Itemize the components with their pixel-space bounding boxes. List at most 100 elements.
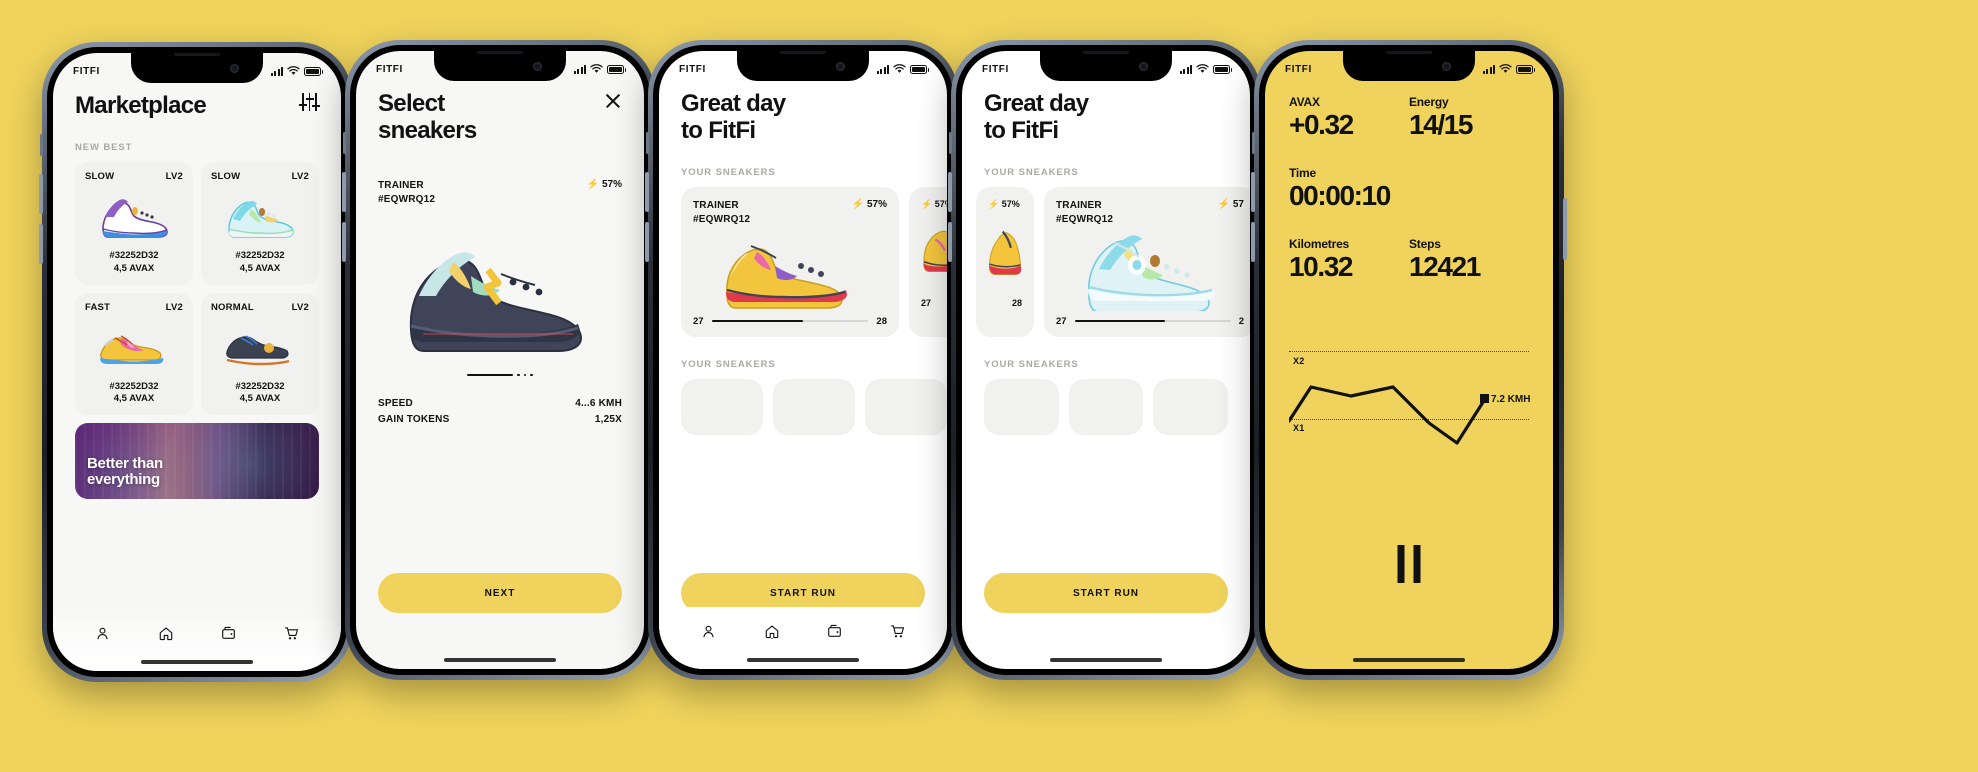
- metric-steps: Steps 12421: [1409, 237, 1529, 282]
- card-level-label: LV2: [291, 170, 309, 182]
- page-title-line-1: Great day: [984, 90, 1089, 117]
- speaker-icon: [1083, 51, 1129, 54]
- tab-wallet[interactable]: [221, 626, 236, 640]
- pause-icon[interactable]: [1397, 545, 1421, 583]
- sneaker-carousel[interactable]: ⚡ 57% 28 TRAINER #EQWRQ12 ⚡ 57 27 2: [962, 186, 1250, 337]
- phone-select-sneakers: FITFI Select sneakers TRAINER #EQWRQ12 ⚡…: [342, 40, 658, 680]
- card-header: TRAINER #EQWRQ12 ⚡ 57: [1056, 199, 1244, 228]
- phone-bezel: FITFI Select sneakers TRAINER #EQWRQ12 ⚡…: [350, 45, 650, 675]
- placeholder-card[interactable]: [984, 378, 1059, 435]
- placeholder-card[interactable]: [1068, 378, 1144, 435]
- card-speed-label: FAST: [85, 301, 111, 313]
- notch: [131, 53, 263, 83]
- start-run-button[interactable]: START RUN: [984, 573, 1228, 613]
- battery-icon: [1213, 64, 1232, 74]
- card-header: FAST LV2: [85, 302, 183, 313]
- phone-marketplace: FITFI Marketplace NEW BEST SLOW LV2 #322…: [39, 42, 355, 682]
- card-header: SLOW LV2: [85, 171, 183, 182]
- person-icon: [703, 625, 714, 637]
- silent-switch[interactable]: [1252, 132, 1255, 154]
- close-icon[interactable]: [604, 91, 622, 109]
- sneaker-carousel[interactable]: TRAINER #EQWRQ12 ⚡ 57% 27 28 ⚡ 57 27: [681, 186, 947, 337]
- slider-fill: [1074, 320, 1166, 323]
- volume-up-button[interactable]: [948, 172, 952, 212]
- marketplace-card[interactable]: SLOW LV2 #32252D32 4,5 AVAX: [201, 161, 319, 285]
- size-slider[interactable]: 27 2: [1056, 316, 1244, 327]
- volume-up-button[interactable]: [39, 174, 43, 214]
- slider-track[interactable]: [711, 320, 869, 323]
- sneaker-card-peek[interactable]: ⚡ 57% 27: [909, 186, 947, 337]
- tab-home[interactable]: [158, 626, 174, 641]
- size-slider[interactable]: 27 28: [693, 316, 887, 327]
- card-id: #32252D32: [235, 380, 285, 392]
- trainer-info: TRAINER #EQWRQ12: [1056, 199, 1113, 228]
- size-slider[interactable]: 28: [988, 298, 1022, 308]
- metric-value: 10.32: [1289, 251, 1353, 283]
- silent-switch[interactable]: [949, 132, 952, 154]
- next-button[interactable]: NEXT: [378, 573, 622, 613]
- volume-up-button[interactable]: [645, 172, 649, 212]
- placeholder-card[interactable]: [1153, 378, 1229, 435]
- phone-bezel: FITFI Marketplace NEW BEST SLOW LV2 #322…: [47, 47, 347, 677]
- placeholder-card[interactable]: [773, 378, 855, 435]
- volume-down-button[interactable]: [948, 222, 952, 262]
- home-icon: [159, 627, 172, 640]
- volume-down-button[interactable]: [342, 222, 346, 262]
- tab-home[interactable]: [764, 624, 780, 639]
- trainer-info-row: TRAINER #EQWRQ12 ⚡ 57%: [378, 179, 622, 208]
- cart-icon: [891, 624, 905, 637]
- sneaker-card[interactable]: TRAINER #EQWRQ12 ⚡ 57% 27 28: [681, 186, 899, 337]
- phone-bezel: FITFI Great day to FitFi YOUR SNEAKERS: [653, 45, 953, 675]
- page-title-line-2: sneakers: [378, 116, 477, 144]
- stat-label: GAIN TOKENS: [378, 414, 450, 426]
- volume-down-button[interactable]: [1251, 222, 1255, 262]
- sliders-icon[interactable]: [299, 93, 320, 111]
- placeholder-row: [681, 378, 947, 435]
- silent-switch[interactable]: [40, 134, 43, 156]
- camera-icon: [230, 64, 239, 73]
- volume-up-button[interactable]: [1251, 172, 1255, 212]
- volume-up-button[interactable]: [342, 172, 346, 212]
- tab-cart[interactable]: [284, 626, 299, 641]
- silent-switch[interactable]: [343, 132, 346, 154]
- signal-icon: [1482, 64, 1495, 74]
- card-id: #32252D32: [235, 249, 285, 261]
- speed-chart: X2 X1 7.2 KMH: [1265, 351, 1553, 471]
- stats-list: SPEED 4...6 KMH GAIN TOKENS 1,25X: [378, 398, 622, 425]
- sneaker-card[interactable]: TRAINER #EQWRQ12 ⚡ 57 27 2: [1044, 186, 1250, 337]
- tab-cart[interactable]: [890, 624, 905, 639]
- card-header: ⚡ 57%: [921, 199, 947, 210]
- metric-value: 12421: [1409, 251, 1481, 283]
- volume-down-button[interactable]: [645, 222, 649, 262]
- placeholder-card[interactable]: [681, 378, 763, 435]
- card-footer: #32252D32 4,5 AVAX: [85, 250, 183, 276]
- tab-wallet[interactable]: [827, 624, 842, 638]
- size-slider[interactable]: 27: [921, 298, 947, 308]
- marketplace-card[interactable]: FAST LV2 #32252D32 4,5 AVAX: [75, 292, 193, 416]
- silent-switch[interactable]: [646, 132, 649, 154]
- power-button[interactable]: [1563, 198, 1567, 260]
- shoe-image: [85, 188, 183, 246]
- shoe-image: [211, 319, 309, 377]
- signal-icon: [1179, 64, 1192, 74]
- speaker-icon: [1386, 51, 1432, 54]
- placeholder-card[interactable]: [865, 378, 947, 435]
- volume-down-button[interactable]: [39, 224, 43, 264]
- tab-profile[interactable]: [701, 624, 716, 639]
- trainer-info: TRAINER #EQWRQ12: [693, 199, 750, 228]
- page-title: Great day to FitFi: [681, 90, 947, 145]
- marketplace-card[interactable]: NORMAL LV2 #32252D32 4,5 AVAX: [201, 292, 319, 416]
- marketplace-page: Marketplace NEW BEST SLOW LV2 #32252D32 …: [53, 53, 341, 671]
- stat-row: GAIN TOKENS 1,25X: [378, 414, 622, 425]
- home-indicator: [444, 658, 556, 662]
- carousel-indicator[interactable]: [378, 373, 622, 377]
- metric-label: Kilometres: [1289, 237, 1350, 252]
- sneaker-card-peek[interactable]: ⚡ 57% 28: [976, 186, 1034, 337]
- app-brand: FITFI: [73, 65, 100, 77]
- slider-track[interactable]: [1074, 320, 1231, 323]
- slider-min-label: 27: [1056, 315, 1067, 327]
- marketplace-card[interactable]: SLOW LV2 #32252D32 4,5 AVAX: [75, 161, 193, 285]
- promo-banner[interactable]: Better than everything: [75, 423, 319, 500]
- tab-profile[interactable]: [95, 626, 110, 641]
- card-id: #32252D32: [109, 249, 159, 261]
